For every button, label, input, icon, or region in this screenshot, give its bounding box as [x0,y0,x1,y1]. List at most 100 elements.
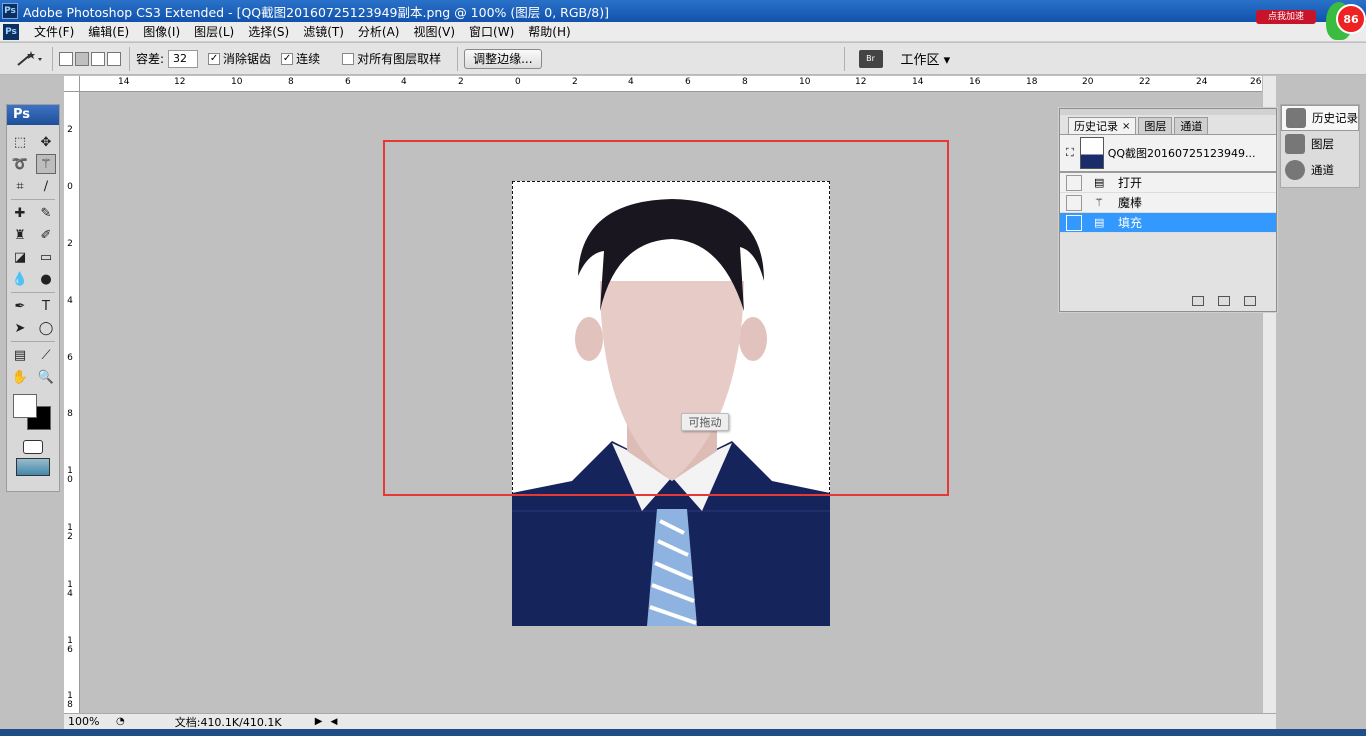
antialias-checkbox[interactable]: ✓ [208,52,221,65]
separator [843,46,845,71]
new-selection-icon[interactable] [59,51,73,66]
dock-history[interactable]: 历史记录 [1281,105,1359,131]
tab-channels[interactable]: 通道 [1174,117,1209,134]
clone-stamp-icon[interactable]: ♜ [10,225,30,245]
refine-edge-button[interactable]: 调整边缘... [464,48,542,69]
drag-hint-tooltip[interactable]: 可拖动 [681,413,729,431]
window-title: Adobe Photoshop CS3 Extended - [QQ截图2016… [23,4,610,20]
contiguous-checkbox[interactable]: ✓ [281,52,294,65]
new-document-icon[interactable] [1192,296,1204,306]
pen-icon[interactable]: ✒ [10,296,30,316]
zoom-icon[interactable]: 🔍 [36,367,56,387]
eyedropper-icon[interactable]: ⟋ [36,345,56,365]
status-menu-icon[interactable]: ◔ [116,716,125,727]
ruler-corner[interactable] [64,76,80,92]
history-entry-label: 填充 [1118,216,1143,230]
gradient-icon[interactable]: ▭ [36,247,56,267]
move-icon[interactable]: ✥ [36,132,56,152]
channels-icon [1285,160,1305,180]
menu-help[interactable]: 帮助(H) [521,23,577,40]
ruler-tick-label: 14 [67,580,73,599]
menu-filter[interactable]: 滤镜(T) [296,23,351,40]
menu-analysis[interactable]: 分析(A) [351,23,407,40]
dock-layers[interactable]: 图层 [1281,131,1359,157]
intersect-selection-icon[interactable] [107,51,121,66]
workspace-button[interactable]: 工作区 ▾ [901,49,951,68]
sample-all-option[interactable]: 对所有图层取样 [342,50,441,67]
new-snapshot-icon[interactable] [1218,296,1230,306]
magic-wand-tool-icon[interactable]: ⚚ [36,154,56,174]
add-selection-icon[interactable] [75,51,89,66]
accelerate-widget[interactable]: 点我加速 86 [1256,0,1366,42]
history-snapshot[interactable]: ⛶ QQ截图20160725123949... [1060,135,1276,173]
ruler-tick-label: 22 [1139,77,1151,87]
tab-history[interactable]: 历史记录 × [1068,117,1137,134]
separator [457,46,459,71]
dock-channels[interactable]: 通道 [1281,157,1359,183]
menu-edit[interactable]: 编辑(E) [81,23,136,40]
magic-wand-icon [17,50,42,66]
ruler-horizontal[interactable]: 14 12 10 8 6 4 2 0 2 4 6 8 10 12 14 16 1… [80,76,1262,92]
quick-mask-icon[interactable] [23,440,43,454]
notes-icon[interactable]: ▤ [10,345,30,365]
ellipse-icon[interactable]: ◯ [36,318,56,338]
bridge-icon[interactable]: Br [858,49,883,68]
snapshot-brush-icon[interactable]: ⛶ [1066,146,1074,160]
history-entry-open[interactable]: ▤ 打开 [1060,173,1276,193]
separator [11,341,55,342]
blur-icon[interactable]: 💧 [10,269,30,289]
history-entry-label: 魔棒 [1118,196,1143,210]
type-icon[interactable]: T [36,296,56,316]
history-source-box[interactable] [1066,214,1082,231]
history-brush-icon[interactable]: ✐ [36,225,56,245]
ruler-tick-label: 6 [67,353,73,363]
hand-icon[interactable]: ✋ [10,367,30,387]
subtract-selection-icon[interactable] [91,51,105,66]
tool-preset-picker[interactable] [12,48,46,70]
menu-select[interactable]: 选择(S) [241,23,296,40]
accelerate-label[interactable]: 点我加速 [1256,10,1316,24]
history-source-box[interactable] [1066,194,1082,211]
menu-bar: Ps 文件(F) 编辑(E) 图像(I) 图层(L) 选择(S) 滤镜(T) 分… [0,22,1366,42]
sample-all-checkbox[interactable] [342,52,355,65]
status-arrow-icon[interactable]: ▶ [315,716,323,727]
ruler-vertical[interactable]: 2 0 2 4 6 8 10 12 14 16 18 [64,92,80,713]
path-select-icon[interactable]: ➤ [10,318,30,338]
snapshot-thumbnail [1079,137,1104,169]
selection-mode-group [59,51,123,66]
menu-layer[interactable]: 图层(L) [187,23,241,40]
menu-window[interactable]: 窗口(W) [462,23,521,40]
history-entry-label: 打开 [1118,176,1143,190]
history-source-box[interactable] [1066,174,1082,191]
history-entry-magic-wand[interactable]: ⚚ 魔棒 [1060,193,1276,213]
antialias-option[interactable]: ✓ 消除锯齿 [208,50,271,67]
speed-badge[interactable]: 86 [1336,4,1366,34]
tolerance-input[interactable] [168,49,199,68]
screen-mode-icon[interactable] [16,458,50,476]
zoom-level[interactable]: 100% [64,715,116,728]
lasso-icon[interactable]: ➰ [10,154,30,174]
marquee-icon[interactable]: ⬚ [10,132,30,152]
ruler-tick-label: 6 [345,77,351,87]
dodge-icon[interactable]: ● [36,269,56,289]
menu-image[interactable]: 图像(I) [136,23,187,40]
foreground-color[interactable] [13,394,37,418]
tolerance-label: 容差: [136,52,165,66]
menu-app-icon[interactable]: Ps [3,23,19,40]
close-icon[interactable]: × [1122,121,1130,132]
menu-file[interactable]: 文件(F) [27,23,81,40]
hscroll-left-icon[interactable]: ◀ [330,717,337,727]
crop-icon[interactable]: ⌗ [10,176,30,196]
menu-view[interactable]: 视图(V) [406,23,462,40]
tab-layers[interactable]: 图层 [1138,117,1173,134]
contiguous-option[interactable]: ✓ 连续 [281,50,320,67]
brush-icon[interactable]: ✎ [36,203,56,223]
ruler-tick-label: 4 [401,77,407,87]
document-size: 文档:410.1K/410.1K [174,715,282,729]
trash-icon[interactable] [1244,296,1256,306]
layers-icon [1285,134,1305,154]
slice-icon[interactable]: ∕ [36,176,56,196]
healing-brush-icon[interactable]: ✚ [10,203,30,223]
history-entry-fill[interactable]: ▤ 填充 [1060,213,1276,233]
eraser-icon[interactable]: ◪ [10,247,30,267]
